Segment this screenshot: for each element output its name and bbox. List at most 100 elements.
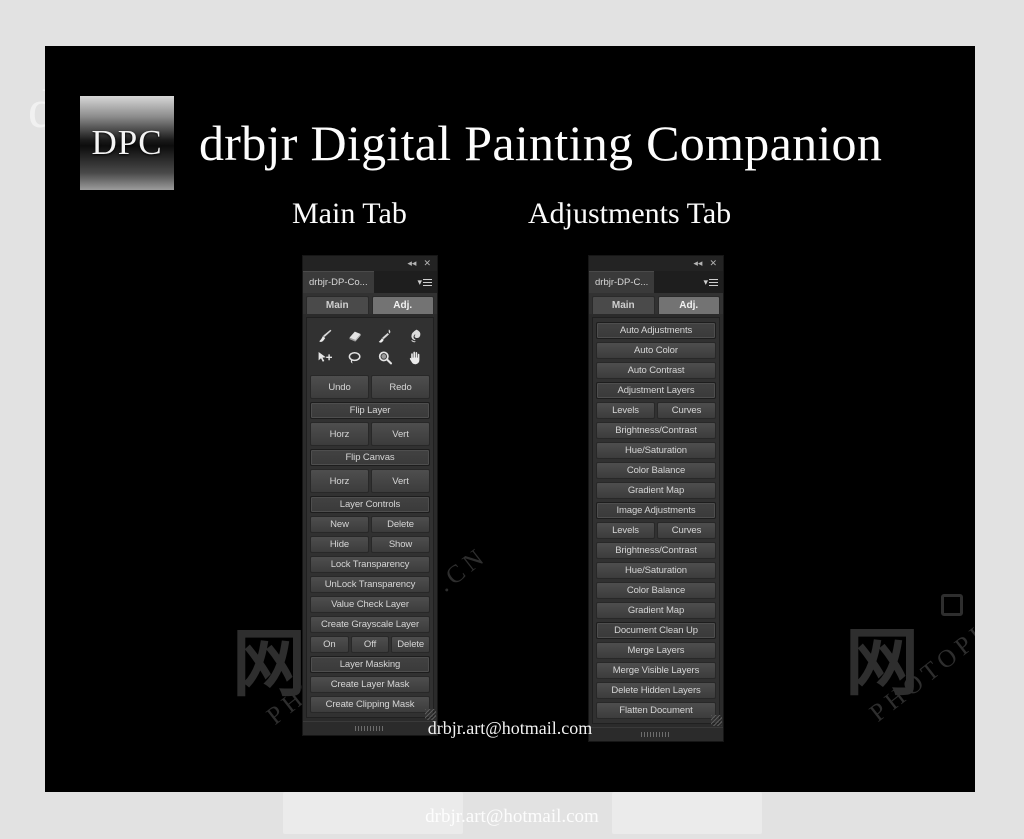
group-header-layer-masking[interactable]: Layer Masking [310, 656, 430, 673]
button-create-layer-mask[interactable]: Create Layer Mask [310, 676, 430, 693]
button-delete[interactable]: Delete [391, 636, 431, 653]
zoom-tool-icon[interactable] [371, 347, 400, 368]
button-row: New Delete [310, 516, 430, 533]
ghost-panel-adj [612, 792, 762, 834]
button-merge-visible-layers[interactable]: Merge Visible Layers [596, 662, 716, 679]
button-off[interactable]: Off [350, 636, 390, 653]
hand-tool-icon[interactable] [400, 347, 429, 368]
caption-main-tab: Main Tab [292, 197, 407, 230]
app-header: DPC drbjr Digital Painting Companion [80, 96, 882, 190]
button-row: Horz Vert [310, 469, 430, 493]
button-delete[interactable]: Delete [371, 516, 430, 533]
group-header-auto-adjustments[interactable]: Auto Adjustments [596, 322, 716, 339]
button-curves[interactable]: Curves [657, 522, 716, 539]
group-header-flip-canvas[interactable]: Flip Canvas [310, 449, 430, 466]
eraser-tool-icon[interactable] [341, 325, 370, 346]
hamburger-menu-icon [709, 277, 718, 288]
button-horz[interactable]: Horz [310, 422, 369, 446]
panel-main-tab: ◂◂ ✕ drbjr-DP-Co... ▾ Main Adj. Undo Redo Flip L… [302, 255, 438, 736]
button-show[interactable]: Show [371, 536, 430, 553]
brush-tool-icon[interactable] [311, 325, 340, 346]
panel-titlebar: ◂◂ ✕ [303, 256, 437, 271]
button-color-balance[interactable]: Color Balance [596, 462, 716, 479]
button-row: Hide Show [310, 536, 430, 553]
tab-adj[interactable]: Adj. [371, 296, 434, 314]
panel-body: Undo Redo Flip Layer Horz Vert Flip Canvas Hor… [306, 317, 434, 718]
panel-body: Auto Adjustments Auto Color Auto Contrast A… [592, 317, 720, 724]
chevron-down-icon: ▾ [417, 276, 422, 287]
watermark-box-icon [941, 594, 963, 616]
watermark-cjk-glyph: 网 [232, 621, 306, 707]
button-merge-layers[interactable]: Merge Layers [596, 642, 716, 659]
button-gradient-map[interactable]: Gradient Map [596, 602, 716, 619]
panel-name-tab[interactable]: drbjr-DP-C... [589, 271, 655, 293]
chevron-down-icon: ▾ [703, 276, 708, 287]
button-value-check-layer[interactable]: Value Check Layer [310, 596, 430, 613]
button-undo[interactable]: Undo [310, 375, 369, 399]
collapse-panel-icon[interactable]: ◂◂ [407, 259, 416, 268]
hamburger-menu-icon [423, 277, 432, 288]
button-hue-saturation[interactable]: Hue/Saturation [596, 442, 716, 459]
button-row: Undo Redo [310, 375, 430, 399]
button-hide[interactable]: Hide [310, 536, 369, 553]
tab-main[interactable]: Main [592, 296, 655, 314]
watermark-site-text: PHOTOPHOTO.CN [865, 538, 975, 728]
button-redo[interactable]: Redo [371, 375, 430, 399]
group-header-layer-controls[interactable]: Layer Controls [310, 496, 430, 513]
button-unlock-transparency[interactable]: UnLock Transparency [310, 576, 430, 593]
panel-name-row: drbjr-DP-C... ▾ [589, 271, 723, 293]
button-create-clipping-mask[interactable]: Create Clipping Mask [310, 696, 430, 713]
group-header-document-clean-up[interactable]: Document Clean Up [596, 622, 716, 639]
panel-tabbar: Main Adj. [589, 293, 723, 314]
smudge-tool-icon[interactable] [400, 325, 429, 346]
button-row: Levels Curves [596, 402, 716, 419]
tool-grid [310, 322, 430, 372]
button-on[interactable]: On [310, 636, 349, 653]
move-tool-icon[interactable] [311, 347, 340, 368]
panel-name-tab[interactable]: drbjr-DP-Co... [303, 271, 374, 293]
group-header-adjustment-layers[interactable]: Adjustment Layers [596, 382, 716, 399]
button-delete-hidden-layers[interactable]: Delete Hidden Layers [596, 682, 716, 699]
button-vert[interactable]: Vert [371, 469, 430, 493]
panel-titlebar: ◂◂ ✕ [589, 256, 723, 271]
group-header-image-adjustments[interactable]: Image Adjustments [596, 502, 716, 519]
button-create-grayscale-layer[interactable]: Create Grayscale Layer [310, 616, 430, 633]
dpc-logo: DPC [80, 96, 174, 190]
button-horz[interactable]: Horz [310, 469, 369, 493]
mixer-brush-tool-icon[interactable] [371, 325, 400, 346]
button-lock-transparency[interactable]: Lock Transparency [310, 556, 430, 573]
page-title: drbjr Digital Painting Companion [199, 115, 883, 171]
panel-name-row: drbjr-DP-Co... ▾ [303, 271, 437, 293]
panel-menu-button[interactable]: ▾ [417, 271, 437, 293]
tab-main[interactable]: Main [306, 296, 369, 314]
button-new[interactable]: New [310, 516, 369, 533]
group-header-flip-layer[interactable]: Flip Layer [310, 402, 430, 419]
button-curves[interactable]: Curves [657, 402, 716, 419]
button-color-balance[interactable]: Color Balance [596, 582, 716, 599]
collapse-panel-icon[interactable]: ◂◂ [693, 259, 702, 268]
contact-email: drbjr.art@hotmail.com [427, 718, 593, 738]
button-row: Levels Curves [596, 522, 716, 539]
lasso-tool-icon[interactable] [341, 347, 370, 368]
close-icon[interactable]: ✕ [709, 259, 717, 268]
button-flatten-document[interactable]: Flatten Document [596, 702, 716, 719]
button-levels[interactable]: Levels [596, 402, 655, 419]
button-auto-color[interactable]: Auto Color [596, 342, 716, 359]
button-brightness-contrast[interactable]: Brightness/Contrast [596, 422, 716, 439]
close-icon[interactable]: ✕ [423, 259, 431, 268]
button-hue-saturation[interactable]: Hue/Saturation [596, 562, 716, 579]
ghost-email: drbjr.art@hotmail.com [425, 806, 599, 827]
button-vert[interactable]: Vert [371, 422, 430, 446]
tab-adj[interactable]: Adj. [657, 296, 720, 314]
button-auto-contrast[interactable]: Auto Contrast [596, 362, 716, 379]
watermark-cjk-glyph: 网 [845, 620, 919, 706]
panel-tabbar: Main Adj. [303, 293, 437, 314]
presentation-card: 网 PHOTOPHOTO.CN 网 PHOTOPHOTO.CN DPC drbj… [45, 46, 975, 792]
caption-adjustments-tab: Adjustments Tab [528, 197, 732, 230]
button-levels[interactable]: Levels [596, 522, 655, 539]
button-row: On Off Delete [310, 636, 431, 653]
button-gradient-map[interactable]: Gradient Map [596, 482, 716, 499]
panel-menu-button[interactable]: ▾ [703, 271, 723, 293]
ghost-panel-main [283, 792, 463, 834]
button-brightness-contrast[interactable]: Brightness/Contrast [596, 542, 716, 559]
